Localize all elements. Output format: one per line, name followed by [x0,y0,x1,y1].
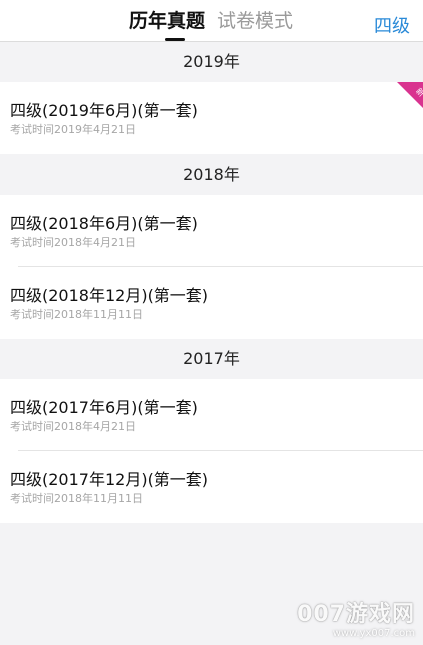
exam-title: 四级(2018年12月)(第一套) [10,286,209,305]
exam-date: 考试时间2018年4月21日 [10,236,136,249]
list-item[interactable]: 四级(2017年6月)(第一套) 考试时间2018年4月21日 [0,379,423,451]
list-item[interactable]: 四级(2018年6月)(第一套) 考试时间2018年4月21日 [0,195,423,267]
new-badge: 新 [397,82,423,108]
exam-title: 四级(2017年12月)(第一套) [10,470,209,489]
section-year-label: 2017年 [183,349,240,368]
exam-date: 考试时间2018年11月11日 [10,308,143,321]
section-year-label: 2018年 [183,165,240,184]
exam-title: 四级(2018年6月)(第一套) [10,214,198,233]
exam-title: 四级(2019年6月)(第一套) [10,101,198,120]
exam-date: 考试时间2018年4月21日 [10,420,136,433]
top-nav-bar: 历年真题 试卷模式 四级 [0,0,423,42]
section-header-2018: 2018年 [0,155,423,195]
section-list-2019: 四级(2019年6月)(第一套) 考试时间2019年4月21日 新 [0,82,423,154]
active-tab-indicator [165,38,185,41]
section-list-2017: 四级(2017年6月)(第一套) 考试时间2018年4月21日 四级(2017年… [0,379,423,523]
list-item[interactable]: 四级(2017年12月)(第一套) 考试时间2018年11月11日 [0,451,423,523]
level-selector-button[interactable]: 四级 [374,12,410,38]
exam-title: 四级(2017年6月)(第一套) [10,398,198,417]
section-header-2017: 2017年 [0,339,423,379]
exam-date: 考试时间2018年11月11日 [10,492,143,505]
section-header-2019: 2019年 [0,42,423,82]
tab-past-exams[interactable]: 历年真题 [129,9,205,33]
site-watermark: 007游戏网 www.yx007.com [297,596,415,639]
watermark-url: www.yx007.com [332,628,415,639]
tab-exam-mode[interactable]: 试卷模式 [217,9,293,33]
watermark-logo: 007游戏网 [297,602,415,627]
section-list-2018: 四级(2018年6月)(第一套) 考试时间2018年4月21日 四级(2018年… [0,195,423,339]
list-item[interactable]: 四级(2018年12月)(第一套) 考试时间2018年11月11日 [0,267,423,339]
section-year-label: 2019年 [183,52,240,71]
exam-date: 考试时间2019年4月21日 [10,123,136,136]
list-item[interactable]: 四级(2019年6月)(第一套) 考试时间2019年4月21日 新 [0,82,423,154]
